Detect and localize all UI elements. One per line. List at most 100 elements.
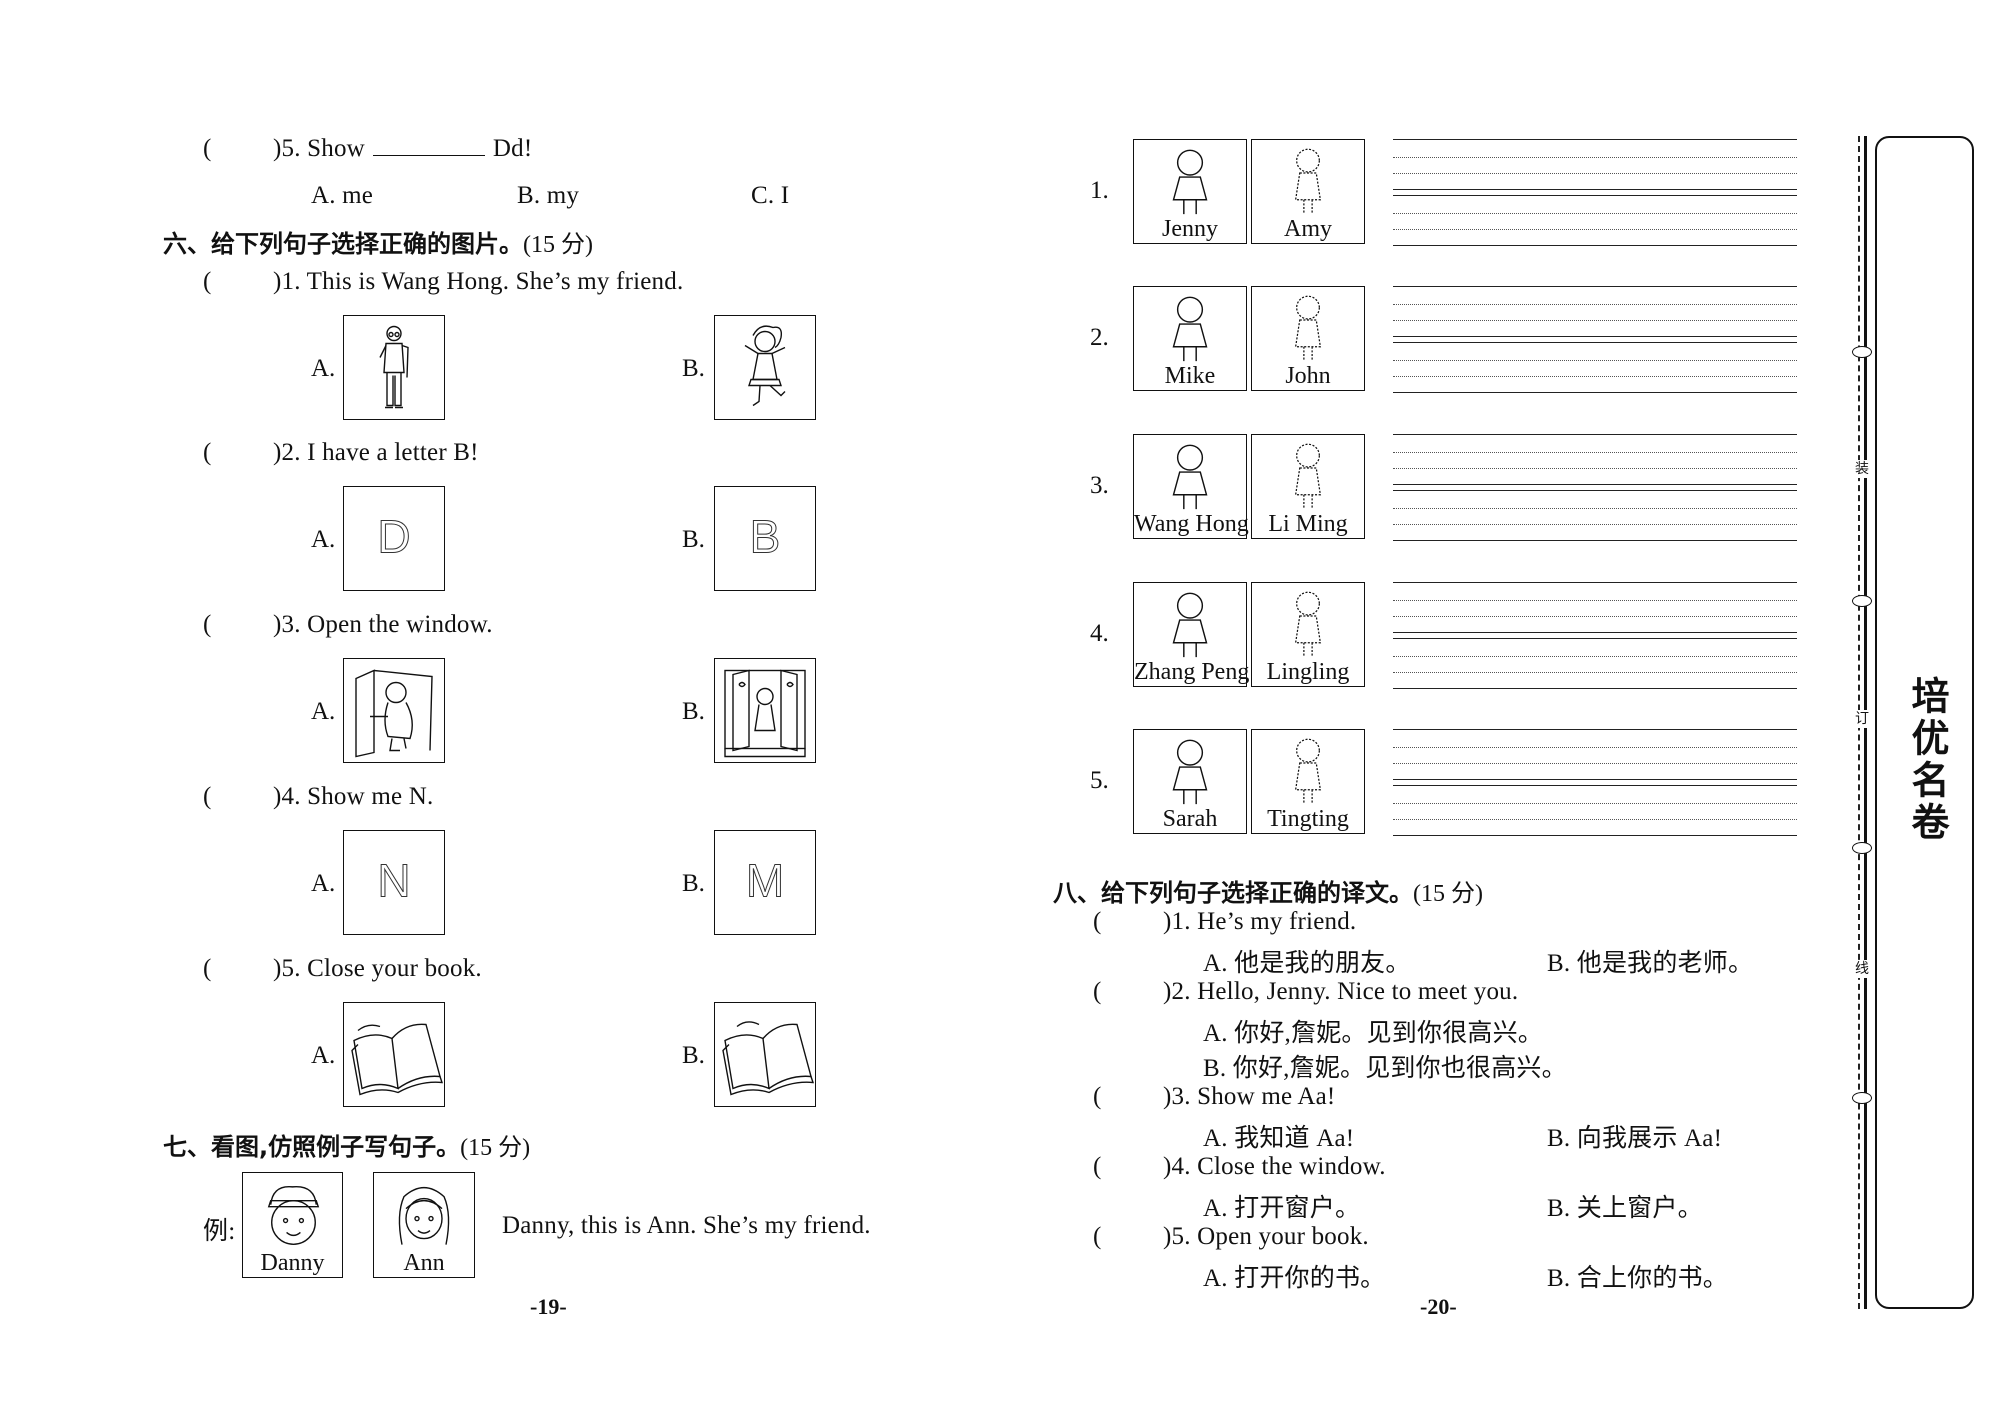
example-picture-danny: Danny: [242, 1172, 343, 1278]
option-a-label: A.: [311, 355, 336, 382]
option-b-image[interactable]: [714, 658, 816, 763]
open-book-icon: [351, 1023, 444, 1096]
option-b-label: B.: [682, 526, 705, 553]
s8-q2-option-b: B. 你好,詹妮。见到你也很高兴。: [1203, 1055, 1567, 1082]
binding-mark: [1852, 1092, 1872, 1104]
question-prompt: )4. Show me N.: [273, 783, 434, 810]
option-a-image[interactable]: D: [343, 486, 445, 591]
prev-question-5: ()5. Show Dd!: [203, 135, 532, 163]
fill-blank[interactable]: [372, 135, 485, 156]
answer-paren[interactable]: (: [203, 783, 273, 811]
guide-line-dotted: [1393, 157, 1797, 158]
guide-line-dotted: [1393, 468, 1797, 469]
character-picture: Wang Hong: [1133, 434, 1249, 539]
child-character-icon: [1294, 295, 1322, 362]
option-b-label: B.: [682, 698, 705, 725]
question-prompt: )4. Close the window.: [1163, 1153, 1386, 1180]
option-a-image[interactable]: [343, 658, 445, 763]
s8-question-4: ()4. Close the window.: [1093, 1153, 1386, 1181]
writing-lines[interactable]: [1393, 286, 1797, 393]
binding-mark: [1852, 346, 1872, 358]
character-name: Zhang Peng: [1134, 659, 1250, 685]
answer-paren[interactable]: (: [203, 268, 273, 296]
child-character-icon: [1294, 443, 1322, 510]
s8-q1-option-b: B. 他是我的老师。: [1547, 950, 1754, 977]
answer-paren[interactable]: (: [1093, 908, 1163, 936]
guide-line-dotted: [1393, 376, 1797, 377]
s8-q5-option-a: A. 打开你的书。: [1203, 1265, 1386, 1292]
answer-paren[interactable]: (: [203, 135, 273, 163]
guide-line-dotted: [1393, 819, 1797, 820]
answer-paren[interactable]: (: [203, 955, 273, 983]
s6-question-1: ()1. This is Wang Hong. She’s my friend.: [203, 268, 683, 296]
writing-lines[interactable]: [1393, 139, 1797, 246]
s8-q3-option-a: A. 我知道 Aa!: [1203, 1125, 1355, 1152]
svg-text:M: M: [746, 855, 784, 907]
example-sentence: Danny, this is Ann. She’s my friend.: [502, 1212, 871, 1239]
child-character-icon: [1172, 296, 1208, 362]
guide-line-dotted: [1393, 763, 1797, 764]
answer-paren[interactable]: (: [1093, 1153, 1163, 1181]
s8-q4-option-a: A. 打开窗户。: [1203, 1195, 1361, 1222]
pair-number: 2.: [1090, 324, 1109, 351]
writing-lines[interactable]: [1393, 582, 1797, 689]
guide-line-solid: [1393, 342, 1797, 343]
character-name: John: [1285, 363, 1331, 389]
answer-paren[interactable]: (: [1093, 1223, 1163, 1251]
writing-lines[interactable]: [1393, 434, 1797, 541]
character-picture: Jenny: [1133, 139, 1247, 244]
writing-lines[interactable]: [1393, 729, 1797, 836]
s8-q4-option-b: B. 关上窗户。: [1547, 1195, 1703, 1222]
guide-line-solid: [1393, 245, 1797, 246]
pair-number: 5.: [1090, 767, 1109, 794]
option-b-image[interactable]: [714, 315, 816, 420]
option-b-image[interactable]: [714, 1002, 816, 1107]
answer-paren[interactable]: (: [203, 611, 273, 639]
character-picture: Sarah: [1133, 729, 1247, 834]
s8-question-5: ()5. Open your book.: [1093, 1223, 1369, 1251]
guide-line-solid: [1393, 434, 1797, 435]
answer-paren[interactable]: (: [1093, 978, 1163, 1006]
section7-title: 七、看图,仿照例子写句子。: [163, 1133, 461, 1161]
option-a-image[interactable]: [343, 1002, 445, 1107]
child-character-icon: [1294, 148, 1322, 215]
binding-label-ding: 订: [1851, 710, 1873, 728]
brand-logo: 培优名卷: [1895, 665, 1955, 855]
pair-number: 4.: [1090, 620, 1109, 647]
section7-heading: 七、看图,仿照例子写句子。(15 分): [163, 1127, 530, 1162]
answer-paren[interactable]: (: [203, 439, 273, 467]
option-b-image[interactable]: B: [714, 486, 816, 591]
example-name-ann: Ann: [403, 1250, 445, 1276]
question-prompt: )1. He’s my friend.: [1163, 908, 1357, 935]
prev-option-a: A. me: [311, 182, 374, 209]
example-name-danny: Danny: [260, 1250, 325, 1276]
guide-line-dotted: [1393, 508, 1797, 509]
boy-face-icon: [267, 1186, 320, 1245]
pair-number: 1.: [1090, 177, 1109, 204]
binding-mark: [1852, 595, 1872, 607]
child-character-icon: [1294, 738, 1322, 805]
binding-mark: [1852, 842, 1872, 854]
option-a-image[interactable]: N: [343, 830, 445, 935]
guide-line-dotted: [1393, 452, 1797, 453]
s8-q3-option-b: B. 向我展示 Aa!: [1547, 1125, 1723, 1152]
question-prompt: )2. Hello, Jenny. Nice to meet you.: [1163, 978, 1519, 1005]
brand-logo-text: 培优名卷: [1905, 676, 1949, 844]
character-picture: Tingting: [1251, 729, 1365, 834]
s6-question-3: ()3. Open the window.: [203, 611, 493, 639]
s8-question-3: ()3. Show me Aa!: [1093, 1083, 1335, 1111]
teacher-man-icon: [379, 325, 409, 409]
guide-line-solid: [1393, 835, 1797, 836]
option-b-image[interactable]: M: [714, 830, 816, 935]
answer-paren[interactable]: (: [1093, 1083, 1163, 1111]
s8-question-1: ()1. He’s my friend.: [1093, 908, 1356, 936]
prev-option-c: C. I: [751, 182, 790, 209]
option-a-image[interactable]: [343, 315, 445, 420]
character-picture: Amy: [1251, 139, 1365, 244]
section8-heading: 八、给下列句子选择正确的译文。(15 分): [1053, 873, 1483, 908]
question-prompt: )3. Open the window.: [273, 611, 493, 638]
guide-line-dotted: [1393, 360, 1797, 361]
guide-line-solid: [1393, 490, 1797, 491]
option-b-label: B.: [682, 355, 705, 382]
s6-question-2: ()2. I have a letter B!: [203, 439, 479, 467]
